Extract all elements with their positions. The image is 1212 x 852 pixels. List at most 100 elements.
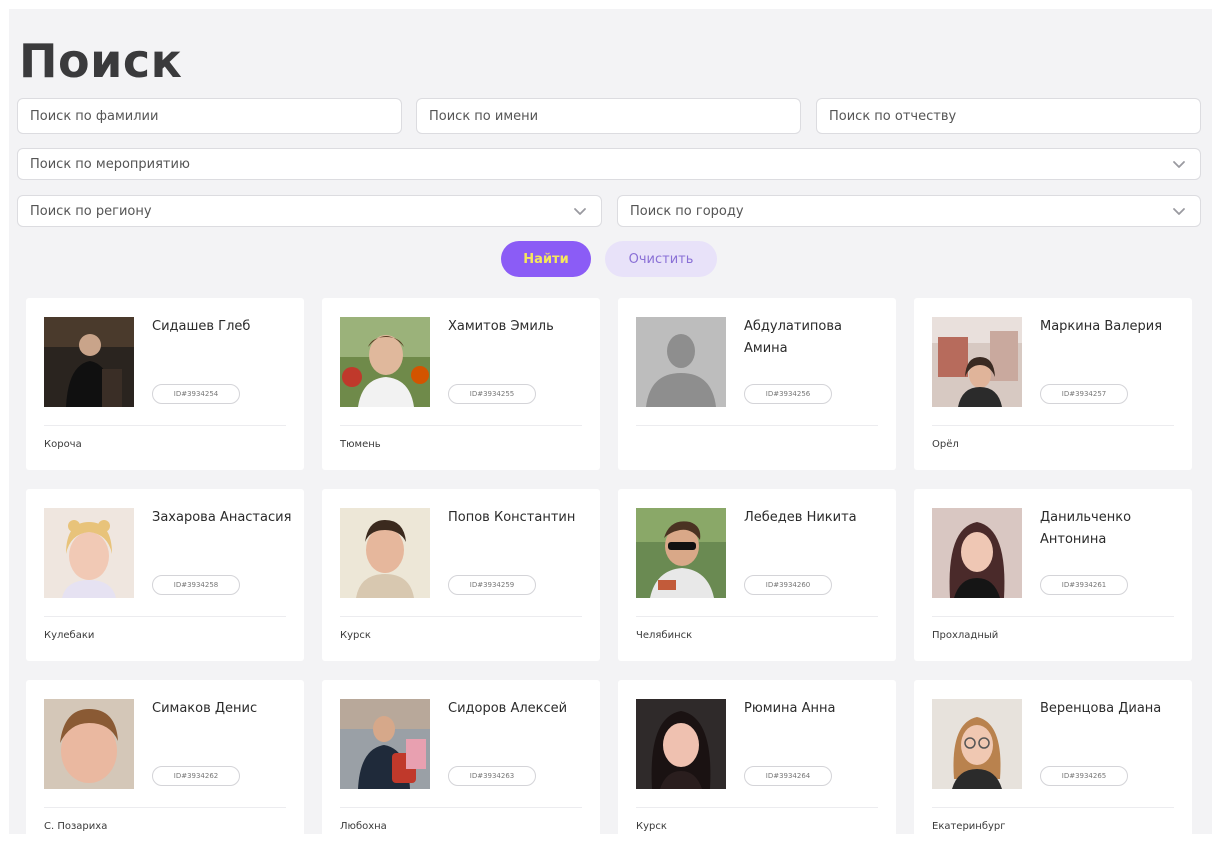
patronymic-input[interactable] bbox=[829, 108, 1188, 124]
card-divider bbox=[932, 425, 1174, 426]
event-select-label: Поиск по мероприятию bbox=[30, 156, 190, 172]
card-divider bbox=[340, 807, 582, 808]
page-title: Поиск bbox=[19, 34, 183, 88]
photo-girl-dark-hair-icon bbox=[932, 508, 1022, 598]
profile-id-badge: ID#3934259 bbox=[448, 575, 536, 595]
profile-card[interactable]: Рюмина Анна ID#3934264 Курск bbox=[618, 680, 896, 852]
region-select[interactable]: Поиск по региону bbox=[17, 195, 602, 227]
name-field[interactable] bbox=[416, 98, 801, 134]
region-select-label: Поиск по региону bbox=[30, 203, 152, 219]
card-divider bbox=[44, 616, 286, 617]
profile-card[interactable]: Веренцова Диана ID#3934265 Екатеринбург bbox=[914, 680, 1192, 852]
profile-city: Любохна bbox=[340, 821, 387, 832]
photo-girl-dark-icon bbox=[636, 699, 726, 789]
profile-card[interactable]: Абдулатипова Амина ID#3934256 bbox=[618, 298, 896, 470]
patronymic-field[interactable] bbox=[816, 98, 1201, 134]
profile-city: Челябинск bbox=[636, 630, 693, 641]
profile-photo[interactable] bbox=[44, 317, 134, 407]
photo-girl-carousel-icon bbox=[932, 317, 1022, 407]
profile-photo[interactable] bbox=[932, 317, 1022, 407]
card-divider bbox=[44, 425, 286, 426]
city-select-label: Поиск по городу bbox=[630, 203, 744, 219]
profile-name[interactable]: Симаков Денис bbox=[152, 698, 292, 720]
profile-city: Курск bbox=[636, 821, 667, 832]
profile-card[interactable]: Данильченко Антонина ID#3934261 Прохладный bbox=[914, 489, 1192, 661]
profile-name[interactable]: Веренцова Диана bbox=[1040, 698, 1180, 720]
event-select[interactable]: Поиск по мероприятию bbox=[17, 148, 1201, 180]
card-divider bbox=[636, 807, 878, 808]
profile-name[interactable]: Сидоров Алексей bbox=[448, 698, 588, 720]
profile-card[interactable]: Сидоров Алексей ID#3934263 Любохна bbox=[322, 680, 600, 852]
surname-input[interactable] bbox=[30, 108, 389, 124]
profile-photo[interactable] bbox=[340, 317, 430, 407]
profile-name[interactable]: Рюмина Анна bbox=[744, 698, 884, 720]
profile-id-badge: ID#3934258 bbox=[152, 575, 240, 595]
profile-city: С. Позариха bbox=[44, 821, 108, 832]
clear-button[interactable]: Очистить bbox=[605, 241, 717, 277]
profile-name[interactable]: Абдулатипова Амина bbox=[744, 316, 884, 360]
find-button[interactable]: Найти bbox=[501, 241, 591, 277]
chevron-down-icon bbox=[1173, 208, 1185, 215]
profile-card[interactable]: Хамитов Эмиль ID#3934255 Тюмень bbox=[322, 298, 600, 470]
page-background: Поиск Поиск по мероприятию Поиск по реги… bbox=[9, 9, 1212, 852]
card-divider bbox=[932, 616, 1174, 617]
profile-photo[interactable] bbox=[636, 317, 726, 407]
profile-name[interactable]: Данильченко Антонина bbox=[1040, 507, 1180, 551]
profile-id-badge: ID#3934257 bbox=[1040, 384, 1128, 404]
profile-name[interactable]: Захарова Анастасия bbox=[152, 507, 292, 529]
profile-city: Короча bbox=[44, 439, 82, 450]
photo-girl-glasses-icon bbox=[932, 699, 1022, 789]
profile-id-badge: ID#3934262 bbox=[152, 766, 240, 786]
profile-city: Екатеринбург bbox=[932, 821, 1006, 832]
profile-city: Кулебаки bbox=[44, 630, 95, 641]
profile-id-badge: ID#3934264 bbox=[744, 766, 832, 786]
profile-card[interactable]: Маркина Валерия ID#3934257 Орёл bbox=[914, 298, 1192, 470]
card-divider bbox=[44, 807, 286, 808]
surname-field[interactable] bbox=[17, 98, 402, 134]
profile-id-badge: ID#3934265 bbox=[1040, 766, 1128, 786]
profile-id-badge: ID#3934255 bbox=[448, 384, 536, 404]
card-divider bbox=[932, 807, 1174, 808]
card-divider bbox=[340, 425, 582, 426]
chevron-down-icon bbox=[1173, 161, 1185, 168]
photo-man-suit-icon bbox=[340, 699, 430, 789]
profile-photo[interactable] bbox=[340, 699, 430, 789]
profile-name[interactable]: Лебедев Никита bbox=[744, 507, 884, 529]
photo-boy-outdoors-icon bbox=[340, 317, 430, 407]
profile-card[interactable]: Лебедев Никита ID#3934260 Челябинск bbox=[618, 489, 896, 661]
profile-city: Тюмень bbox=[340, 439, 381, 450]
photo-boy-sunglasses-icon bbox=[636, 508, 726, 598]
profile-card[interactable]: Сидашев Глеб ID#3934254 Короча bbox=[26, 298, 304, 470]
profile-photo[interactable] bbox=[932, 699, 1022, 789]
card-divider bbox=[340, 616, 582, 617]
results-grid: Сидашев Глеб ID#3934254 Короча Хамитов Эмил… bbox=[26, 298, 1192, 852]
profile-name[interactable]: Хамитов Эмиль bbox=[448, 316, 588, 338]
photo-boy-closeup-icon bbox=[44, 699, 134, 789]
profile-photo[interactable] bbox=[44, 699, 134, 789]
avatar-placeholder-icon bbox=[636, 317, 726, 407]
chevron-down-icon bbox=[574, 208, 586, 215]
profile-card[interactable]: Попов Константин ID#3934259 Курск bbox=[322, 489, 600, 661]
card-divider bbox=[636, 425, 878, 426]
profile-name[interactable]: Маркина Валерия bbox=[1040, 316, 1180, 338]
profile-card[interactable]: Симаков Денис ID#3934262 С. Позариха bbox=[26, 680, 304, 852]
profile-id-badge: ID#3934261 bbox=[1040, 575, 1128, 595]
profile-city: Орёл bbox=[932, 439, 959, 450]
profile-photo[interactable] bbox=[340, 508, 430, 598]
city-select[interactable]: Поиск по городу bbox=[617, 195, 1201, 227]
profile-name[interactable]: Сидашев Глеб bbox=[152, 316, 292, 338]
profile-name[interactable]: Попов Константин bbox=[448, 507, 588, 529]
profile-photo[interactable] bbox=[44, 508, 134, 598]
profile-city: Прохладный bbox=[932, 630, 999, 641]
profile-city: Курск bbox=[340, 630, 371, 641]
photo-boy-id-icon bbox=[340, 508, 430, 598]
photo-girl-blonde-icon bbox=[44, 508, 134, 598]
profile-card[interactable]: Захарова Анастасия ID#3934258 Кулебаки bbox=[26, 489, 304, 661]
name-input[interactable] bbox=[429, 108, 788, 124]
card-divider bbox=[636, 616, 878, 617]
profile-id-badge: ID#3934263 bbox=[448, 766, 536, 786]
profile-id-badge: ID#3934260 bbox=[744, 575, 832, 595]
profile-photo[interactable] bbox=[636, 699, 726, 789]
profile-photo[interactable] bbox=[932, 508, 1022, 598]
profile-photo[interactable] bbox=[636, 508, 726, 598]
